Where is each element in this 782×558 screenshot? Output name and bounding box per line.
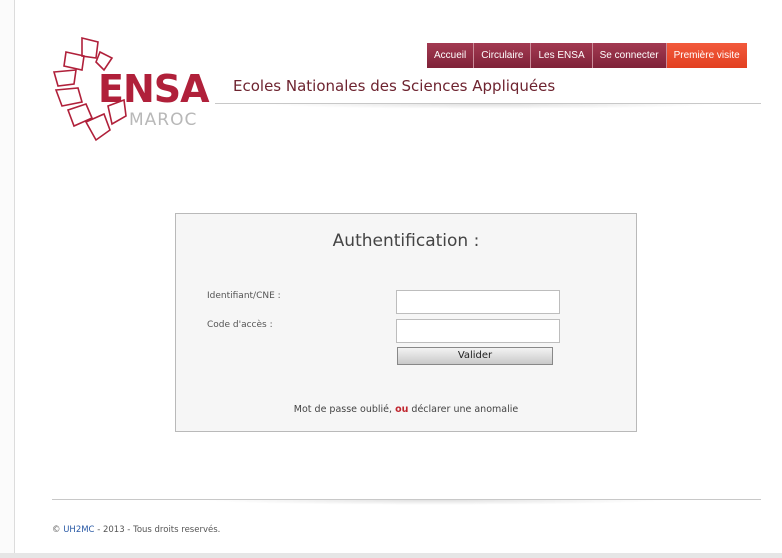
footer-divider-shadow	[200, 500, 670, 505]
access-code-input[interactable]	[396, 319, 560, 343]
logo-maroc-text: MAROC	[129, 110, 198, 130]
login-panel: Authentification : Identifiant/CNE : Cod…	[175, 213, 637, 432]
help-links: Mot de passe oublié, ou déclarer une ano…	[176, 404, 636, 415]
site-title: Ecoles Nationales des Sciences Appliquée…	[233, 77, 556, 95]
nav-se-connecter[interactable]: Se connecter	[592, 43, 667, 68]
main-nav: Accueil Circulaire Les ENSA Se connecter…	[427, 43, 747, 68]
login-title: Authentification :	[332, 231, 480, 251]
footer-text: - 2013 - Tous droits reservés.	[94, 525, 221, 535]
logo-ensa-text: ENSA	[98, 67, 210, 111]
identifier-input[interactable]	[396, 290, 560, 314]
report-anomaly-link[interactable]: déclarer une anomalie	[411, 404, 518, 415]
access-code-label: Code d'accès :	[207, 320, 273, 330]
header-divider-shadow	[260, 104, 720, 109]
nav-accueil[interactable]: Accueil	[427, 43, 475, 68]
footer: © UH2MC - 2013 - Tous droits reservés.	[52, 525, 220, 535]
window-bottom-edge	[0, 553, 782, 558]
or-separator: ou	[395, 404, 409, 415]
uh2mc-link[interactable]: UH2MC	[63, 525, 94, 535]
copyright-icon: ©	[52, 525, 61, 535]
nav-circulaire[interactable]: Circulaire	[474, 43, 532, 68]
nav-premiere-visite[interactable]: Première visite	[666, 43, 747, 68]
left-edge	[0, 0, 15, 558]
forgot-password-link[interactable]: Mot de passe oublié,	[294, 404, 392, 415]
identifier-label: Identifiant/CNE :	[207, 291, 281, 301]
validate-button[interactable]: Valider	[397, 347, 553, 365]
nav-les-ensa[interactable]: Les ENSA	[531, 43, 593, 68]
